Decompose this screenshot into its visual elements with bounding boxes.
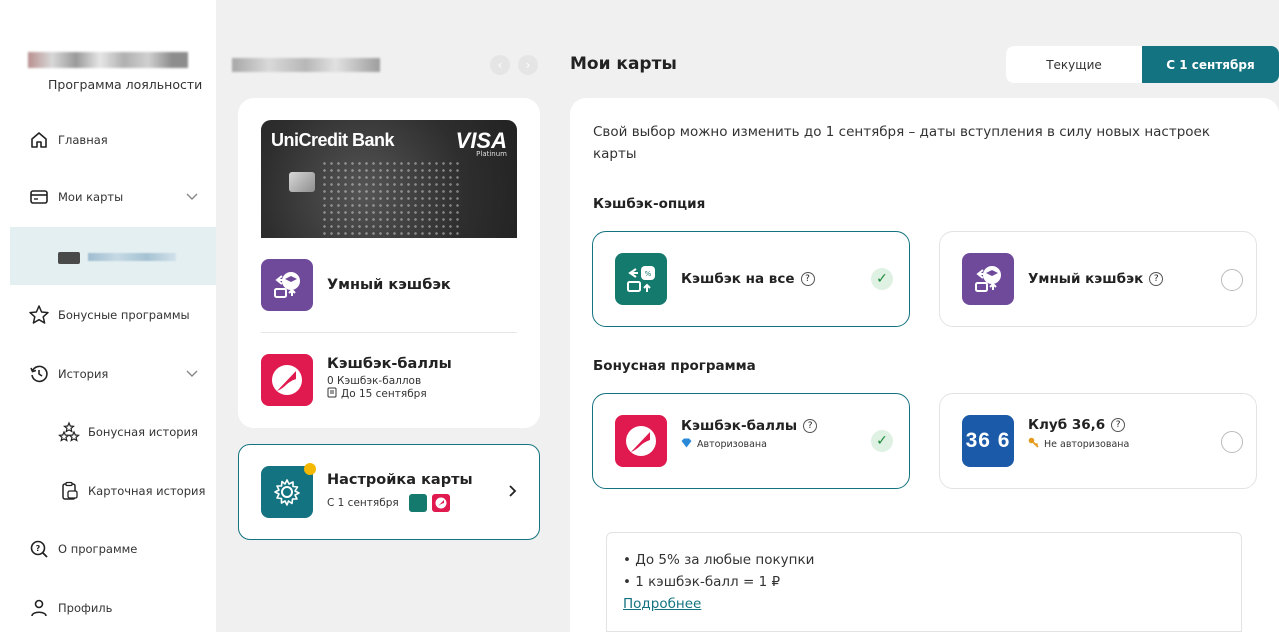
sidebar-item-label: Бонусные программы [58,308,190,322]
divider [261,332,517,333]
card-option-smart-cashback[interactable]: Умный кэшбэк [261,259,451,311]
card-option-cashback-points[interactable]: Кэшбэк-баллы 0 Кэшбэк-баллов До 15 сентя… [261,354,452,406]
card-image: UniCredit Bank VISA Platinum [261,120,517,240]
chip-icon [289,172,315,192]
card-name-masked [232,58,380,72]
chevron-down-icon [186,190,198,204]
sidebar-item-card-history[interactable]: Карточная история [0,471,216,511]
info-text: Свой выбор можно изменить до 1 сентября … [593,124,1210,162]
sidebar-item-my-cards[interactable]: Мои карты [0,177,216,217]
bank-name: UniCredit Bank [271,130,395,150]
key-icon [1028,437,1039,451]
sidebar-item-history[interactable]: История [0,354,216,394]
card-settings-row: Настройка карты С 1 сентября [261,463,473,518]
next-card-button[interactable]: › [518,55,538,75]
sidebar-item-label: Главная [58,133,108,147]
card-number-masked [88,253,176,261]
bonus-section-title: Бонусная программа [593,358,756,374]
sidebar-item-label: Мои карты [58,190,124,204]
settings-subtitle: С 1 сентября [327,497,399,509]
prev-card-button[interactable]: ‹ [490,55,510,75]
brand-subtitle: Программа лояльности [48,77,203,92]
page-title: Мои карты [570,54,677,74]
authorization-status: Не авторизована [1044,438,1130,450]
sidebar-item-label: Карточная история [88,484,206,498]
list-item: • До 5% за любые покупки [623,552,815,568]
sidebar-item-about[interactable]: ? О программе [0,529,216,569]
more-link[interactable]: Подробнее [623,596,701,612]
search-help-icon: ? [28,538,50,560]
authorization-status: Авторизована [697,438,767,450]
sidebar-item-home[interactable]: Главная [0,120,216,160]
card-thumbnail [58,252,80,264]
gear-icon [261,463,316,518]
stars-icon [58,421,80,443]
help-icon[interactable]: ? [803,418,818,433]
option-label: Клуб 36,6 [1028,417,1106,433]
sidebar-item-profile[interactable]: Профиль [0,588,216,628]
tab-from-september[interactable]: С 1 сентября [1142,46,1279,83]
bonus-option-cashback-points[interactable]: Кэшбэк-баллы? Авторизована ✓ [592,393,910,489]
settings-title: Настройка карты [327,472,473,488]
details-box: • До 5% за любые покупки • 1 кэшбэк-балл… [606,532,1242,632]
sidebar-item-label: Профиль [58,601,113,615]
cashback-section-title: Кэшбэк-опция [593,196,706,212]
option-label: Кэшбэк на все [681,271,795,287]
cashback-all-icon: % [615,253,667,305]
cashback-points-icon [261,354,313,406]
card-tier: Platinum [476,150,507,158]
smart-cashback-icon [261,259,313,311]
option-label: Кэшбэк-баллы [681,417,798,434]
diamond-icon [681,438,692,451]
calendar-icon [327,387,337,401]
notification-dot [304,463,316,475]
check-icon: ✓ [871,268,893,290]
sidebar: Программа лояльности Главная Мои карты Б… [0,0,216,632]
tab-current[interactable]: Текущие [1006,46,1142,83]
cashback-option-smart[interactable]: Умный кэшбэк ? [939,231,1257,327]
cashback-all-mini-icon [408,494,427,512]
option-label: Умный кэшбэк [1028,271,1144,287]
help-icon[interactable]: ? [1149,272,1164,286]
option-title: Умный кэшбэк [327,277,451,293]
smart-cashback-icon [962,253,1014,305]
history-icon [28,363,50,385]
cashback-points-mini-icon [431,494,450,512]
sidebar-item-bonus-history[interactable]: Бонусная история [0,412,216,452]
points-balance: 0 Кэшбэк-баллов [327,375,422,387]
help-icon[interactable]: ? [800,272,815,286]
club366-logo: 36 6 [962,415,1014,467]
home-icon [28,129,50,151]
user-icon [28,597,50,619]
sidebar-item-bonus-programs[interactable]: Бонусные программы [0,295,216,335]
star-icon [28,304,50,326]
cashback-points-icon [615,415,667,467]
radio-button[interactable] [1221,269,1243,291]
clipboard-icon [58,480,80,502]
svg-text:%: % [645,270,652,278]
points-deadline: До 15 сентября [341,388,427,400]
list-item: • 1 кэшбэк-балл = 1 ₽ [623,574,781,590]
brand-logo[interactable] [28,52,188,68]
check-icon: ✓ [871,430,893,452]
card-icon [28,186,50,208]
bonus-option-club366[interactable]: 36 6 Клуб 36,6? Не авторизована [939,393,1257,489]
option-title: Кэшбэк-баллы [327,356,452,372]
sidebar-item-label: О программе [58,542,138,556]
svg-text:?: ? [36,544,41,553]
chevron-right-icon[interactable] [508,484,518,502]
chevron-down-icon [186,367,198,381]
sidebar-item-label: История [58,367,109,381]
cashback-option-all[interactable]: % Кэшбэк на все ? ✓ [592,231,910,327]
sidebar-item-label: Бонусная история [88,425,198,439]
radio-button[interactable] [1221,431,1243,453]
help-icon[interactable]: ? [1111,418,1126,432]
